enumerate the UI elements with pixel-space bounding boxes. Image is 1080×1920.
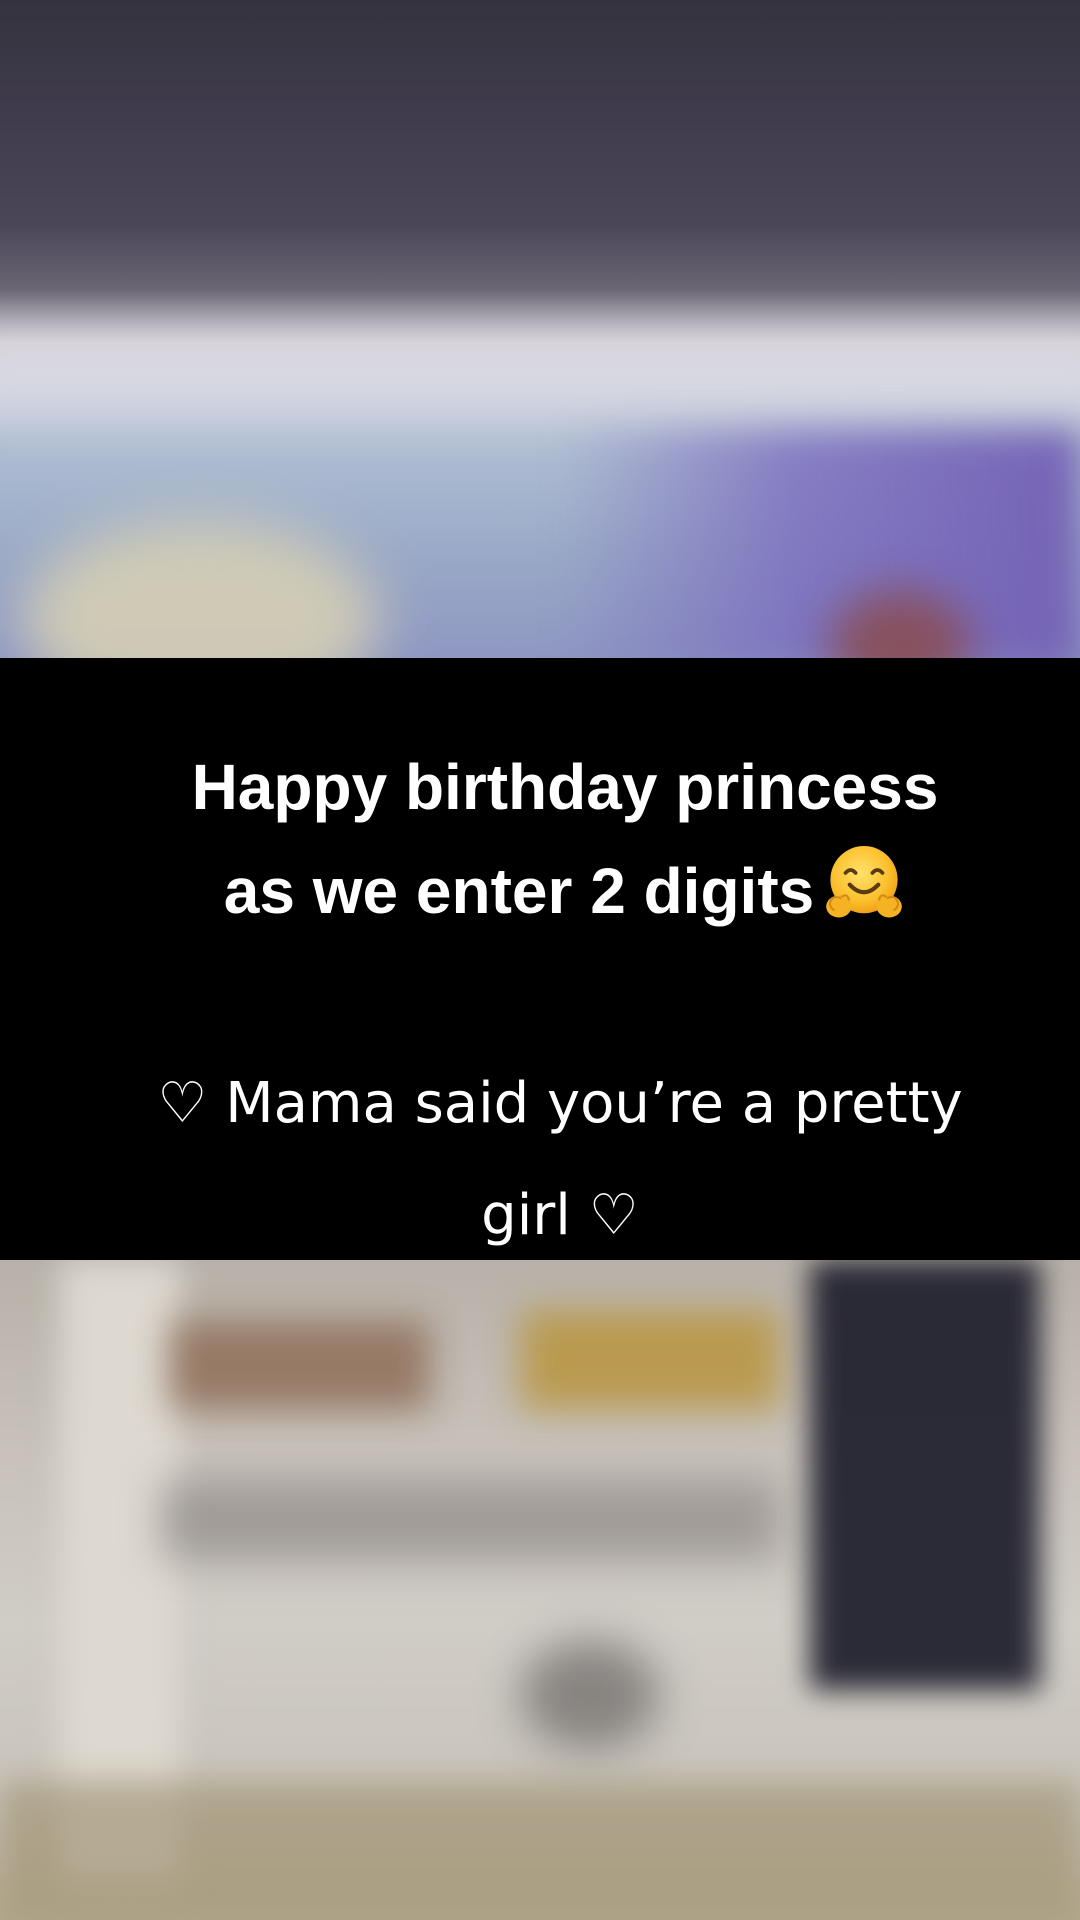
- caption-headline: Happy birthday princess as we enter 2 di…: [0, 735, 1080, 943]
- blurred-dark-item: [520, 1640, 660, 1750]
- blurred-floor: [0, 1780, 1080, 1920]
- blurred-background-bottom: [0, 1260, 1080, 1920]
- blurred-light-band: [0, 330, 1080, 420]
- blurred-gold-item: [520, 1310, 780, 1410]
- blurred-brown-item: [170, 1320, 430, 1410]
- blurred-cream-shape: [20, 520, 380, 660]
- hugging-face-icon: [826, 846, 903, 918]
- subline-line-2: girl ♡: [481, 1183, 639, 1248]
- headline-line-1: Happy birthday princess: [191, 751, 939, 823]
- subline-line-1: ♡ Mama said you’re a pretty: [157, 1071, 963, 1136]
- blurred-purple-wall: [560, 430, 1080, 660]
- blurred-gray-item: [160, 1480, 780, 1560]
- headline-line-2: as we enter 2 digits: [0, 839, 1080, 943]
- headline-line-2-text: as we enter 2 digits: [223, 855, 815, 927]
- blurred-dark-panel: [810, 1260, 1040, 1690]
- caption-subline: ♡ Mama said you’re a pretty girl ♡: [60, 1048, 1060, 1272]
- video-frame: Happy birthday princess as we enter 2 di…: [0, 0, 1080, 1920]
- blurred-background-top: [0, 0, 1080, 660]
